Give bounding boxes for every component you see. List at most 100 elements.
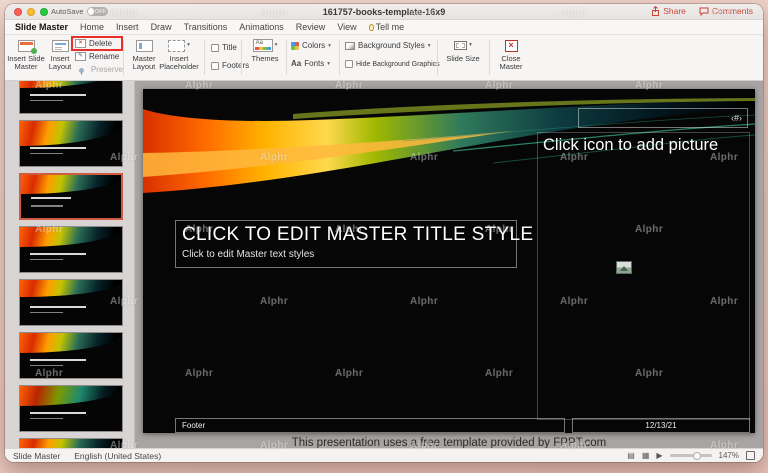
ribbon-tab-bar: Slide Master Home Insert Draw Transition…: [5, 20, 763, 35]
rename-button[interactable]: ✎ Rename: [75, 50, 123, 63]
share-icon: [652, 6, 660, 16]
footers-checkbox-box: [211, 61, 219, 70]
tab-insert[interactable]: Insert: [116, 22, 139, 32]
themes-icon: Aa: [252, 39, 273, 52]
date-text: 12/13/21: [645, 421, 677, 430]
master-layout-label: Master Layout: [132, 54, 156, 72]
tab-tell-me[interactable]: Tell me: [368, 22, 405, 32]
colors-dropdown[interactable]: Colors ▾: [291, 41, 331, 50]
comments-icon: [699, 7, 709, 16]
tab-slide-master[interactable]: Slide Master: [15, 22, 68, 32]
tab-review[interactable]: Review: [296, 22, 326, 32]
background-styles-dropdown[interactable]: Background Styles ▾: [345, 41, 430, 50]
template-attribution-text: This presentation uses a free template p…: [291, 437, 607, 448]
ribbon: Insert Slide Master Insert Layout × Dele…: [5, 35, 763, 81]
tab-tell-me-label: Tell me: [375, 22, 405, 32]
dropdown-caret-icon: ▾: [187, 42, 190, 49]
title-placeholder[interactable]: CLICK TO EDIT MASTER TITLE STYLE Click t…: [175, 220, 534, 268]
tab-transitions[interactable]: Transitions: [184, 22, 228, 32]
slide-size-icon: [454, 41, 468, 50]
powerpoint-window: AutoSave OFF 161757-books-template-16x9 …: [5, 4, 763, 462]
fit-to-window-icon[interactable]: [746, 451, 755, 460]
preserve-pin-icon: [78, 68, 84, 75]
master-title-text: CLICK TO EDIT MASTER TITLE STYLE: [182, 224, 534, 245]
status-language[interactable]: English (United States): [74, 451, 161, 461]
slide-thumbnail[interactable]: [19, 279, 123, 326]
background-styles-label: Background Styles: [358, 41, 425, 50]
insert-placeholder-icon: [168, 39, 186, 52]
footer-text: Footer: [182, 421, 206, 430]
themes-label: Themes: [251, 54, 279, 63]
tab-home[interactable]: Home: [80, 22, 104, 32]
zoom-slider-knob[interactable]: [692, 451, 701, 460]
titlebar: AutoSave OFF 161757-books-template-16x9 …: [5, 4, 763, 20]
title-checkbox[interactable]: Title: [211, 43, 237, 52]
comments-label: Comments: [711, 6, 753, 16]
insert-placeholder-button[interactable]: ▾ Insert Placeholder: [157, 38, 201, 72]
slide-thumbnail[interactable]: [19, 332, 123, 379]
tab-animations[interactable]: Animations: [239, 22, 284, 32]
insert-placeholder-label: Insert Placeholder: [159, 54, 199, 72]
rename-icon: ✎: [75, 52, 86, 61]
share-label: Share: [663, 6, 686, 16]
status-view-label: Slide Master: [13, 450, 61, 461]
slide-number-placeholder[interactable]: ‹#›: [578, 108, 748, 128]
footers-checkbox[interactable]: Footers: [211, 61, 249, 70]
slide-number-text: ‹#›: [731, 113, 742, 123]
preserve-label: Preserve: [90, 65, 123, 74]
insert-layout-icon: [51, 39, 69, 52]
close-master-label: Close Master: [499, 54, 523, 72]
slide-sorter-view-icon[interactable]: ▦: [642, 451, 650, 460]
insert-slide-master-button[interactable]: Insert Slide Master: [7, 38, 45, 72]
document-title: 161757-books-template-16x9: [322, 7, 446, 17]
tab-draw[interactable]: Draw: [151, 22, 172, 32]
title-checkbox-label: Title: [222, 43, 237, 52]
comments-button[interactable]: Comments: [699, 6, 753, 16]
title-checkbox-box: [211, 43, 219, 52]
dropdown-caret-icon: ▾: [327, 60, 331, 67]
desktop: AutoSave OFF 161757-books-template-16x9 …: [0, 0, 768, 473]
slide-thumbnail[interactable]: [19, 81, 123, 114]
slide-canvas: ‹#› Click icon to add picture CLICK TO E…: [135, 81, 763, 448]
dropdown-caret-icon: ▾: [274, 42, 278, 49]
picture-placeholder-text: Click icon to add picture: [543, 136, 719, 154]
themes-button[interactable]: Aa ▾ Themes: [247, 38, 283, 63]
share-button[interactable]: Share: [651, 6, 686, 16]
colors-label: Colors: [302, 41, 326, 50]
master-layout-icon: [135, 39, 153, 52]
close-master-icon: ×: [504, 39, 518, 52]
colors-icon: [291, 41, 299, 50]
slide-thumbnail[interactable]: [19, 438, 123, 448]
normal-view-icon[interactable]: ▤: [627, 451, 635, 460]
preserve-button[interactable]: Preserve: [75, 63, 123, 76]
slide-thumbnail[interactable]: [19, 120, 123, 167]
rename-label: Rename: [89, 52, 120, 61]
background-styles-icon: [345, 41, 355, 50]
insert-layout-label: Insert Layout: [48, 54, 72, 72]
status-bar: Slide Master English (United States) ▤ ▦…: [5, 448, 763, 462]
hide-background-graphics-checkbox[interactable]: Hide Background Graphics: [345, 60, 440, 68]
annotation-highlight-box: [71, 36, 123, 51]
slide-thumbnail[interactable]: [19, 226, 123, 273]
zoom-slider[interactable]: [669, 451, 712, 460]
date-placeholder[interactable]: 12/13/21: [572, 418, 750, 433]
picture-placeholder[interactable]: Click icon to add picture: [537, 132, 750, 420]
slide-thumbnail-selected[interactable]: [19, 173, 123, 220]
fonts-dropdown[interactable]: Aa Fonts ▾: [291, 59, 330, 68]
slideshow-view-icon[interactable]: ▶: [656, 451, 662, 460]
footer-placeholder[interactable]: Footer: [175, 418, 565, 433]
lightbulb-icon: [368, 23, 374, 31]
slide-size-button[interactable]: ▾ Slide Size: [441, 38, 485, 63]
insert-picture-icon[interactable]: [616, 261, 632, 274]
footers-checkbox-label: Footers: [222, 61, 250, 70]
fonts-label: Fonts: [304, 59, 325, 68]
close-master-button[interactable]: × Close Master: [493, 38, 529, 72]
tab-view[interactable]: View: [337, 22, 356, 32]
dropdown-caret-icon: ▾: [427, 42, 431, 49]
master-layout-button[interactable]: Master Layout: [127, 38, 161, 72]
dropdown-caret-icon: ▾: [469, 42, 472, 49]
zoom-percentage[interactable]: 147%: [719, 451, 739, 460]
dropdown-caret-icon: ▾: [328, 42, 331, 49]
insert-slide-master-icon: [17, 39, 37, 54]
slide-thumbnail[interactable]: [19, 385, 123, 432]
